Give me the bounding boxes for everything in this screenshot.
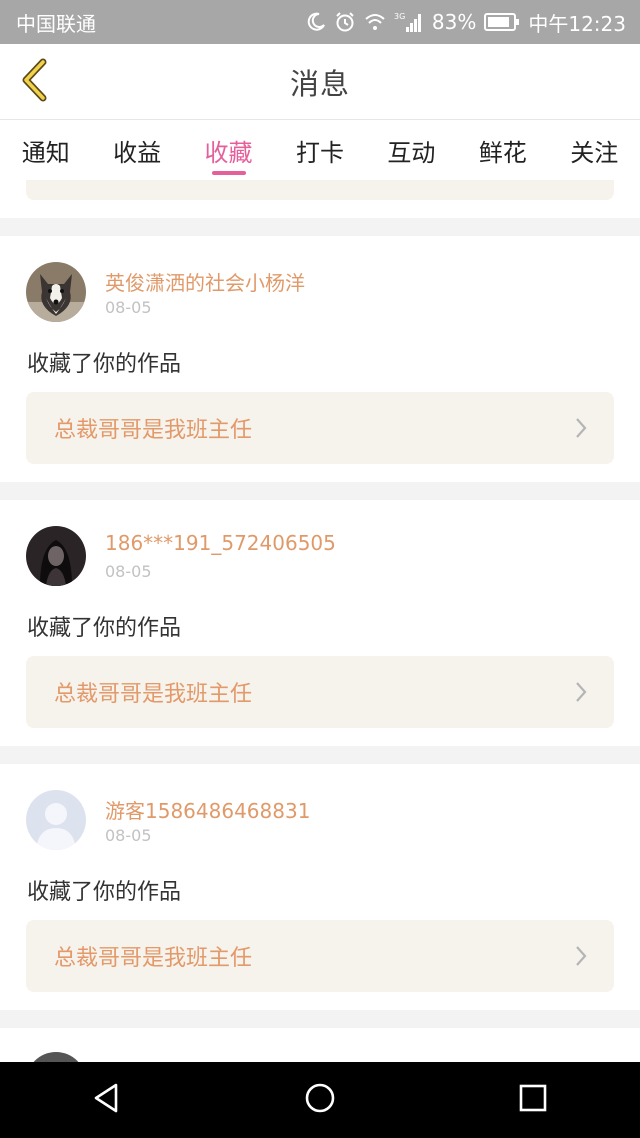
circle-home-icon	[304, 1082, 336, 1118]
square-recents-icon	[519, 1084, 547, 1116]
husky-avatar	[26, 262, 86, 322]
avatar[interactable]	[26, 526, 86, 586]
status-bar: 中国联通 3G 83% 中午12:23	[0, 0, 640, 44]
message-date: 08-05	[105, 826, 152, 845]
clock: 中午12:23	[528, 11, 626, 36]
tab-checkin[interactable]: 打卡	[294, 121, 346, 179]
work-card-partial[interactable]	[26, 180, 614, 200]
network-label: 3G	[394, 12, 405, 21]
list-separator	[0, 218, 640, 236]
chevron-right-icon	[574, 417, 588, 439]
message-date: 08-05	[105, 298, 152, 317]
top-nav-bar: 消息	[0, 44, 640, 120]
work-title: 总裁哥哥是我班主任	[54, 946, 253, 971]
chevron-right-icon	[574, 945, 588, 967]
status-indicators: 3G 83% 中午12:23	[306, 8, 626, 37]
tab-label: 关注	[570, 138, 619, 167]
tab-favorites[interactable]: 收藏	[203, 121, 255, 179]
message-date: 08-05	[105, 562, 152, 581]
back-button[interactable]	[14, 58, 54, 106]
action-text: 收藏了你的作品	[27, 880, 182, 905]
tab-notice[interactable]: 通知	[20, 121, 72, 179]
dark-portrait-avatar	[26, 526, 86, 586]
list-item: 英俊潇洒的社会小杨洋 08-05 收藏了你的作品 总裁哥哥是我班主任	[0, 236, 640, 482]
list-separator	[0, 1010, 640, 1028]
chevron-left-icon	[19, 58, 49, 106]
active-tab-indicator	[211, 171, 246, 175]
tab-flowers[interactable]: 鲜花	[477, 121, 529, 179]
message-list[interactable]: 英俊潇洒的社会小杨洋 08-05 收藏了你的作品 总裁哥哥是我班主任 186**…	[0, 180, 640, 1062]
system-back-button[interactable]	[77, 1070, 137, 1130]
avatar[interactable]	[26, 790, 86, 850]
tab-label: 鲜花	[478, 138, 527, 167]
moon-icon	[306, 12, 326, 32]
message-tabs: 通知 收益 收藏 打卡 互动 鲜花 关注	[0, 121, 640, 179]
list-separator	[0, 746, 640, 764]
page-title: 消息	[289, 67, 350, 101]
work-title: 总裁哥哥是我班主任	[54, 418, 253, 443]
tab-label: 收益	[113, 138, 162, 167]
signal-icon: 3G	[394, 11, 424, 33]
tab-interaction[interactable]: 互动	[385, 121, 437, 179]
battery-percent: 83%	[431, 10, 477, 34]
list-item: 游客1586486468831 08-05 收藏了你的作品 总裁哥哥是我班主任	[0, 764, 640, 1010]
work-card[interactable]: 总裁哥哥是我班主任	[26, 656, 614, 728]
wifi-icon	[364, 12, 386, 32]
action-text: 收藏了你的作品	[27, 352, 182, 377]
system-recents-button[interactable]	[503, 1070, 563, 1130]
tab-label: 互动	[387, 138, 436, 167]
system-navigation-bar	[0, 1062, 640, 1138]
triangle-back-icon	[92, 1082, 122, 1118]
chevron-right-icon	[574, 681, 588, 703]
battery-icon	[484, 12, 520, 32]
avatar[interactable]	[26, 262, 86, 322]
username[interactable]: 英俊潇洒的社会小杨洋	[105, 267, 305, 296]
tab-follow[interactable]: 关注	[568, 121, 620, 179]
tab-label: 收藏	[204, 138, 253, 167]
action-text: 收藏了你的作品	[27, 616, 182, 641]
username[interactable]: 游客1586486468831	[105, 795, 310, 824]
avatar[interactable]	[26, 1052, 86, 1062]
username[interactable]: 186***191_572406505	[105, 531, 336, 555]
system-home-button[interactable]	[290, 1070, 350, 1130]
default-user-avatar	[26, 790, 86, 850]
list-item: 186***191_572406505 08-05 收藏了你的作品 总裁哥哥是我…	[0, 500, 640, 746]
work-card[interactable]: 总裁哥哥是我班主任	[26, 920, 614, 992]
tab-label: 通知	[21, 138, 70, 167]
tab-label: 打卡	[295, 138, 344, 167]
tab-earnings[interactable]: 收益	[111, 121, 163, 179]
carrier-label: 中国联通	[16, 11, 96, 36]
alarm-icon	[334, 11, 356, 33]
list-separator	[0, 482, 640, 500]
work-title: 总裁哥哥是我班主任	[54, 682, 253, 707]
work-card[interactable]: 总裁哥哥是我班主任	[26, 392, 614, 464]
